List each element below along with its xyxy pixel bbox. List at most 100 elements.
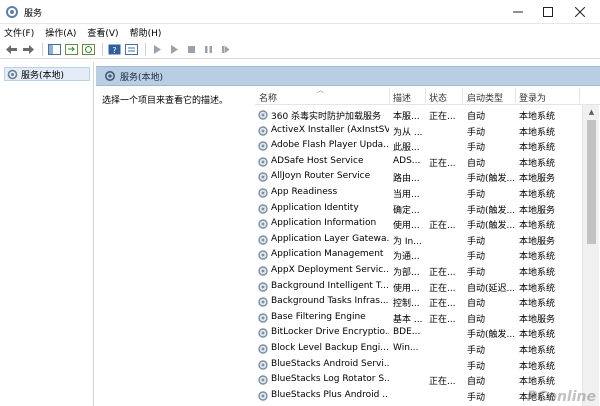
service-row[interactable]: AllJoyn Router Service 路由... 手动(触发... 本地服务 bbox=[255, 169, 585, 185]
service-startup-type: 手动 bbox=[467, 143, 486, 154]
panel-title: 服务(本地) bbox=[120, 72, 164, 83]
back-button[interactable] bbox=[4, 42, 19, 57]
service-startup-type: 自动 bbox=[467, 377, 486, 388]
service-name: Application Information bbox=[271, 218, 377, 229]
service-description: ADS... bbox=[393, 155, 421, 166]
column-divider[interactable] bbox=[425, 88, 426, 103]
service-description: 使用... bbox=[393, 221, 420, 232]
column-header-name[interactable]: 名称 bbox=[259, 91, 277, 104]
minimize-icon bbox=[513, 11, 523, 13]
help-button[interactable]: ? bbox=[107, 42, 122, 57]
service-name: Application Identity bbox=[271, 202, 359, 213]
column-divider[interactable] bbox=[389, 88, 390, 103]
column-header-status[interactable]: 状态 bbox=[429, 91, 447, 104]
service-log-on-as: 本地系统 bbox=[519, 283, 556, 294]
service-gear-icon bbox=[258, 250, 268, 261]
service-row[interactable]: Application Layer Gatewa... 为 In... 手动 本地服务 bbox=[255, 232, 585, 248]
close-button[interactable] bbox=[566, 0, 594, 24]
column-divider[interactable] bbox=[579, 88, 580, 103]
service-description: 本服... bbox=[393, 112, 420, 122]
service-row[interactable]: Background Intelligent T... 使用... 正在... 自动(… bbox=[255, 279, 585, 295]
menu-help[interactable]: 帮助(H) bbox=[130, 26, 162, 39]
export-list-icon bbox=[65, 44, 78, 55]
refresh-button[interactable] bbox=[81, 42, 96, 57]
service-name: ActiveX Installer (AxInstSV) bbox=[271, 124, 389, 135]
column-divider[interactable] bbox=[515, 88, 516, 103]
properties-button[interactable] bbox=[124, 42, 139, 57]
forward-button[interactable] bbox=[21, 42, 36, 57]
service-log-on-as: 本地系统 bbox=[519, 377, 556, 388]
service-row[interactable]: ADSafe Host Service ADS... 正在... 自动 本地系统 bbox=[255, 154, 585, 170]
scroll-thumb[interactable] bbox=[587, 120, 596, 244]
service-log-on-as: 本地系统 bbox=[519, 361, 556, 372]
service-row[interactable]: BlueStacks Log Rotator S... 正在... 自动 本地系统 bbox=[255, 372, 585, 388]
export-list-button[interactable] bbox=[64, 42, 79, 57]
service-description: 控制... bbox=[393, 299, 420, 310]
service-row[interactable]: 360 杀毒实时防护加载服务 本服... 正在... 自动 本地系统 bbox=[255, 107, 585, 123]
service-row[interactable]: BitLocker Drive Encryptio... BDE... 手动(触发.… bbox=[255, 325, 585, 341]
column-divider[interactable] bbox=[462, 88, 463, 103]
service-row[interactable]: Application Management 为通... 手动 本地系统 bbox=[255, 247, 585, 263]
service-gear-icon bbox=[258, 157, 268, 167]
column-header-log-on-as[interactable]: 登录为 bbox=[519, 91, 546, 104]
service-gear-icon bbox=[258, 141, 268, 151]
column-header-startup-type[interactable]: 启动类型 bbox=[467, 91, 503, 104]
service-row[interactable]: Base Filtering Engine 基本 ... 正在... 自动 本地服务 bbox=[255, 310, 585, 326]
service-name: Block Level Backup Engi... bbox=[271, 343, 389, 353]
menu-action[interactable]: 操作(A) bbox=[45, 26, 76, 39]
service-log-on-as: 本地服务 bbox=[519, 205, 556, 216]
service-name: Base Filtering Engine bbox=[271, 311, 366, 322]
service-log-on-as: 本地系统 bbox=[519, 158, 556, 169]
service-log-on-as: 本地系统 bbox=[519, 143, 556, 154]
stop-service-button[interactable] bbox=[184, 42, 199, 57]
service-startup-type: 手动(触发... bbox=[467, 205, 516, 216]
vertical-scrollbar[interactable]: ▲ bbox=[582, 105, 599, 406]
menu-file[interactable]: 文件(F) bbox=[4, 26, 34, 39]
service-name: BlueStacks Log Rotator S... bbox=[271, 374, 389, 385]
start-service-alt-icon bbox=[171, 45, 178, 54]
service-row[interactable]: App Readiness 当用... 手动 本地系统 bbox=[255, 185, 585, 201]
restart-service-button[interactable] bbox=[218, 42, 233, 57]
service-status: 正在... bbox=[429, 299, 456, 310]
service-row[interactable]: ActiveX Installer (AxInstSV) 为从 ... 手动 本地系统 bbox=[255, 123, 585, 139]
start-service-icon bbox=[154, 45, 161, 54]
service-name: App Readiness bbox=[271, 187, 338, 197]
service-row[interactable]: BlueStacks Android Servi... 手动 本地系统 bbox=[255, 357, 585, 373]
services-gear-icon bbox=[105, 71, 115, 81]
service-startup-type: 自动 bbox=[467, 112, 486, 122]
service-log-on-as: 本地系统 bbox=[519, 221, 556, 232]
tree-pane: 服务(本地) bbox=[0, 62, 94, 406]
service-startup-type: 手动 bbox=[467, 361, 486, 372]
tree-item-label: 服务(本地) bbox=[21, 70, 65, 81]
start-service-alt-button[interactable] bbox=[167, 42, 182, 57]
service-row[interactable]: Application Identity 确定... 手动(触发... 本地服务 bbox=[255, 201, 585, 217]
maximize-button[interactable] bbox=[534, 0, 562, 24]
title-bar: 服务 bbox=[0, 0, 600, 24]
service-gear-icon bbox=[258, 391, 268, 401]
start-service-button[interactable] bbox=[150, 42, 165, 57]
restart-service-icon bbox=[222, 45, 230, 54]
column-header-description[interactable]: 描述 bbox=[393, 91, 411, 104]
scroll-up-icon[interactable]: ▲ bbox=[583, 105, 600, 119]
service-row[interactable]: Background Tasks Infras... 控制... 正在... 自动 本地… bbox=[255, 294, 585, 310]
service-name: Background Intelligent T... bbox=[271, 280, 389, 291]
service-log-on-as: 本地系统 bbox=[519, 346, 556, 356]
service-row[interactable]: Block Level Backup Engi... Win... 手动 本地系统 bbox=[255, 341, 585, 357]
service-row[interactable]: Adobe Flash Player Upda... 此服... 手动 本地系统 bbox=[255, 138, 585, 154]
svg-text:?: ? bbox=[112, 46, 116, 55]
service-startup-type: 手动(触发... bbox=[467, 174, 516, 185]
minimize-button[interactable] bbox=[504, 0, 532, 24]
menu-view[interactable]: 查看(V) bbox=[87, 26, 118, 39]
service-row[interactable]: Application Information 使用... 正在... 手动(触发..… bbox=[255, 216, 585, 232]
service-status: 正在... bbox=[429, 158, 456, 169]
service-description: 确定... bbox=[393, 205, 420, 216]
watermark-logo: PConline bbox=[526, 389, 596, 405]
tree-item-services-local[interactable]: 服务(本地) bbox=[4, 67, 90, 81]
service-name: Application Layer Gatewa... bbox=[271, 233, 389, 244]
pause-service-button[interactable] bbox=[201, 42, 216, 57]
show-hide-tree-button[interactable] bbox=[47, 42, 62, 57]
service-startup-type: 自动 bbox=[467, 314, 486, 325]
service-log-on-as: 本地系统 bbox=[519, 268, 556, 278]
service-name: Application Management bbox=[271, 249, 384, 260]
service-row[interactable]: AppX Deployment Servic... 为部... 正在... 手动 本地系… bbox=[255, 263, 585, 279]
